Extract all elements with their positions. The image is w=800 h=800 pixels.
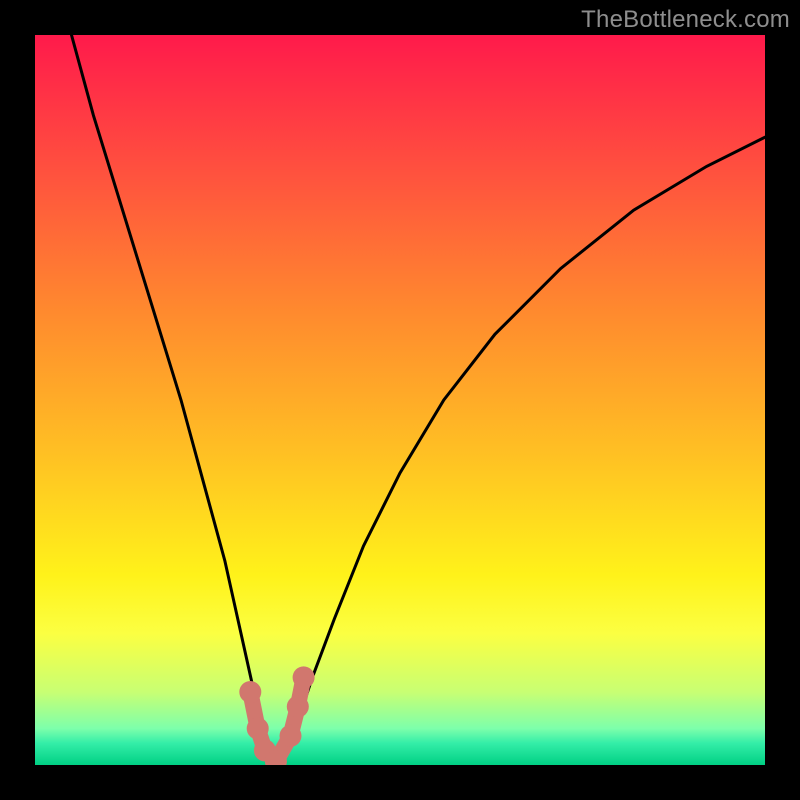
marker-dot bbox=[293, 666, 315, 688]
marker-dot bbox=[239, 681, 261, 703]
marker-dot bbox=[287, 696, 309, 718]
chart-svg bbox=[35, 35, 765, 765]
gradient-background bbox=[35, 35, 765, 765]
marker-dot bbox=[280, 725, 302, 747]
chart-frame: TheBottleneck.com bbox=[0, 0, 800, 800]
plot-area bbox=[35, 35, 765, 765]
watermark-text: TheBottleneck.com bbox=[581, 6, 790, 34]
marker-dot bbox=[247, 718, 269, 740]
